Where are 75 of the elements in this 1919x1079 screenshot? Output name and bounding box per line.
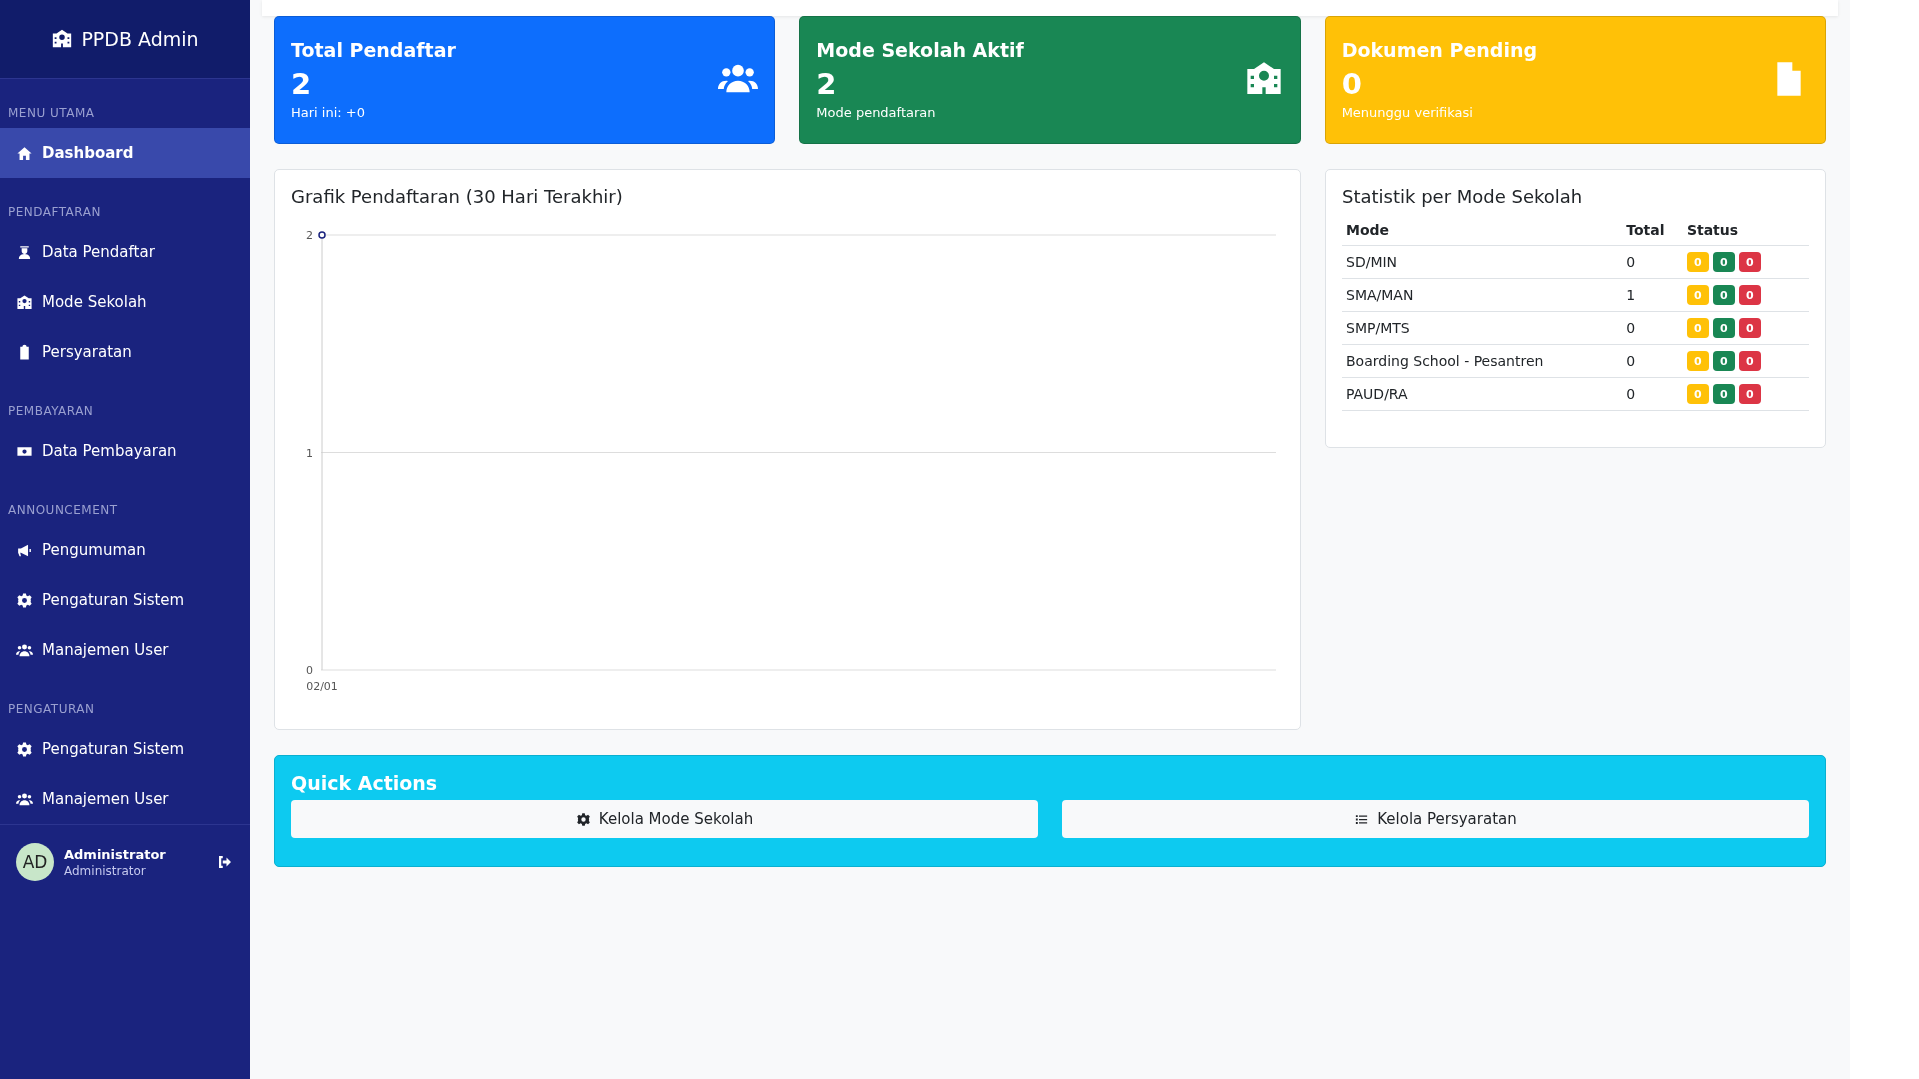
status-badge: 0 <box>1738 351 1761 371</box>
home-icon <box>16 144 33 162</box>
status-badge: 0 <box>1686 318 1709 338</box>
card-title: Total Pendaftar <box>291 38 457 61</box>
user-name: Administrator <box>64 846 167 862</box>
column-header: Status <box>1682 215 1809 246</box>
settings-icon <box>575 811 591 827</box>
table-cell: SMA/MAN <box>1342 278 1623 312</box>
card-title: Mode Sekolah Aktif <box>816 38 1025 61</box>
sidebar-item[interactable]: Dashboard <box>0 128 250 178</box>
status-badge: 0 <box>1712 318 1735 338</box>
avatar: AD <box>16 843 54 881</box>
users-icon <box>16 790 33 808</box>
sidebar-item[interactable]: Pengaturan Sistem <box>0 575 250 625</box>
section-heading: PENDAFTARAN <box>7 204 102 221</box>
school-icon <box>51 28 74 50</box>
settings-icon <box>16 591 33 609</box>
status-badge: 0 <box>1712 351 1735 371</box>
chart-title: Grafik Pendaftaran (30 Hari Terakhir) <box>291 186 624 207</box>
action-button[interactable]: Kelola Mode Sekolah <box>291 800 1038 838</box>
sidebar-item[interactable]: Pengaturan Sistem <box>0 724 250 774</box>
card-title: Dokumen Pending <box>1341 38 1539 61</box>
table-cell: Boarding School - Pesantren <box>1342 344 1623 378</box>
card-caption: Hari ini: +0 <box>291 104 366 120</box>
users-icon <box>16 641 33 659</box>
sidebar-item[interactable]: Data Pembayaran <box>0 426 250 476</box>
table-cell: 0 <box>1622 377 1683 411</box>
sidebar-item[interactable]: Data Pendaftar <box>0 227 250 277</box>
table-cell: PAUD/RA <box>1342 377 1623 411</box>
table-cell: 0 <box>1622 245 1683 279</box>
status-badge: 0 <box>1686 351 1709 371</box>
table-cell: 1 <box>1622 278 1683 312</box>
status-badge: 0 <box>1738 318 1761 338</box>
x-tick-label: 02/01 <box>306 680 338 693</box>
status-badge: 0 <box>1686 285 1709 305</box>
sidebar-item[interactable]: Manajemen User <box>0 774 250 824</box>
user-role: Administrator <box>64 863 147 878</box>
logout-icon <box>216 853 234 871</box>
status-badge: 0 <box>1738 285 1761 305</box>
status-badge: 0 <box>1686 384 1709 404</box>
brand-title: PPDB Admin <box>81 28 199 50</box>
status-badge: 0 <box>1712 252 1735 272</box>
stats-title: Statistik per Mode Sekolah <box>1342 186 1584 207</box>
section-heading: PENGATURAN <box>7 701 96 718</box>
card-value: 0 <box>1341 66 1363 101</box>
section-heading: ANNOUNCEMENT <box>7 502 119 519</box>
action-button[interactable]: Kelola Persyaratan <box>1062 800 1809 838</box>
card-value: 2 <box>816 66 838 101</box>
student-icon <box>16 243 33 261</box>
sidebar-item[interactable]: Pengumuman <box>0 525 250 575</box>
y-tick-label: 0 <box>306 664 313 677</box>
card-caption: Menunggu verifikasi <box>1341 104 1474 120</box>
status-badge: 0 <box>1712 285 1735 305</box>
y-tick-label: 1 <box>306 446 313 460</box>
school-icon <box>16 293 33 311</box>
status-badge: 0 <box>1686 252 1709 272</box>
settings-icon <box>16 740 33 758</box>
table-cell: 0 <box>1622 344 1683 378</box>
sidebar-item[interactable]: Persyaratan <box>0 327 250 377</box>
card-caption: Mode pendaftaran <box>816 104 937 120</box>
sidebar-item[interactable]: Manajemen User <box>0 625 250 675</box>
column-header: Mode <box>1342 215 1623 246</box>
section-heading: MENU UTAMA <box>7 105 96 122</box>
table-cell: 0 <box>1622 311 1683 345</box>
table-cell: SMP/MTS <box>1342 311 1623 345</box>
column-header: Total <box>1622 215 1683 246</box>
status-badge: 0 <box>1738 252 1761 272</box>
section-heading: PEMBAYARAN <box>7 403 95 420</box>
panel-title: Quick Actions <box>291 772 439 794</box>
table-cell: SD/MIN <box>1342 245 1623 279</box>
status-badge: 0 <box>1712 384 1735 404</box>
card-value: 2 <box>291 66 313 101</box>
sidebar-item[interactable]: Mode Sekolah <box>0 277 250 327</box>
y-tick-label: 2 <box>306 229 313 242</box>
status-badge: 0 <box>1738 384 1761 404</box>
